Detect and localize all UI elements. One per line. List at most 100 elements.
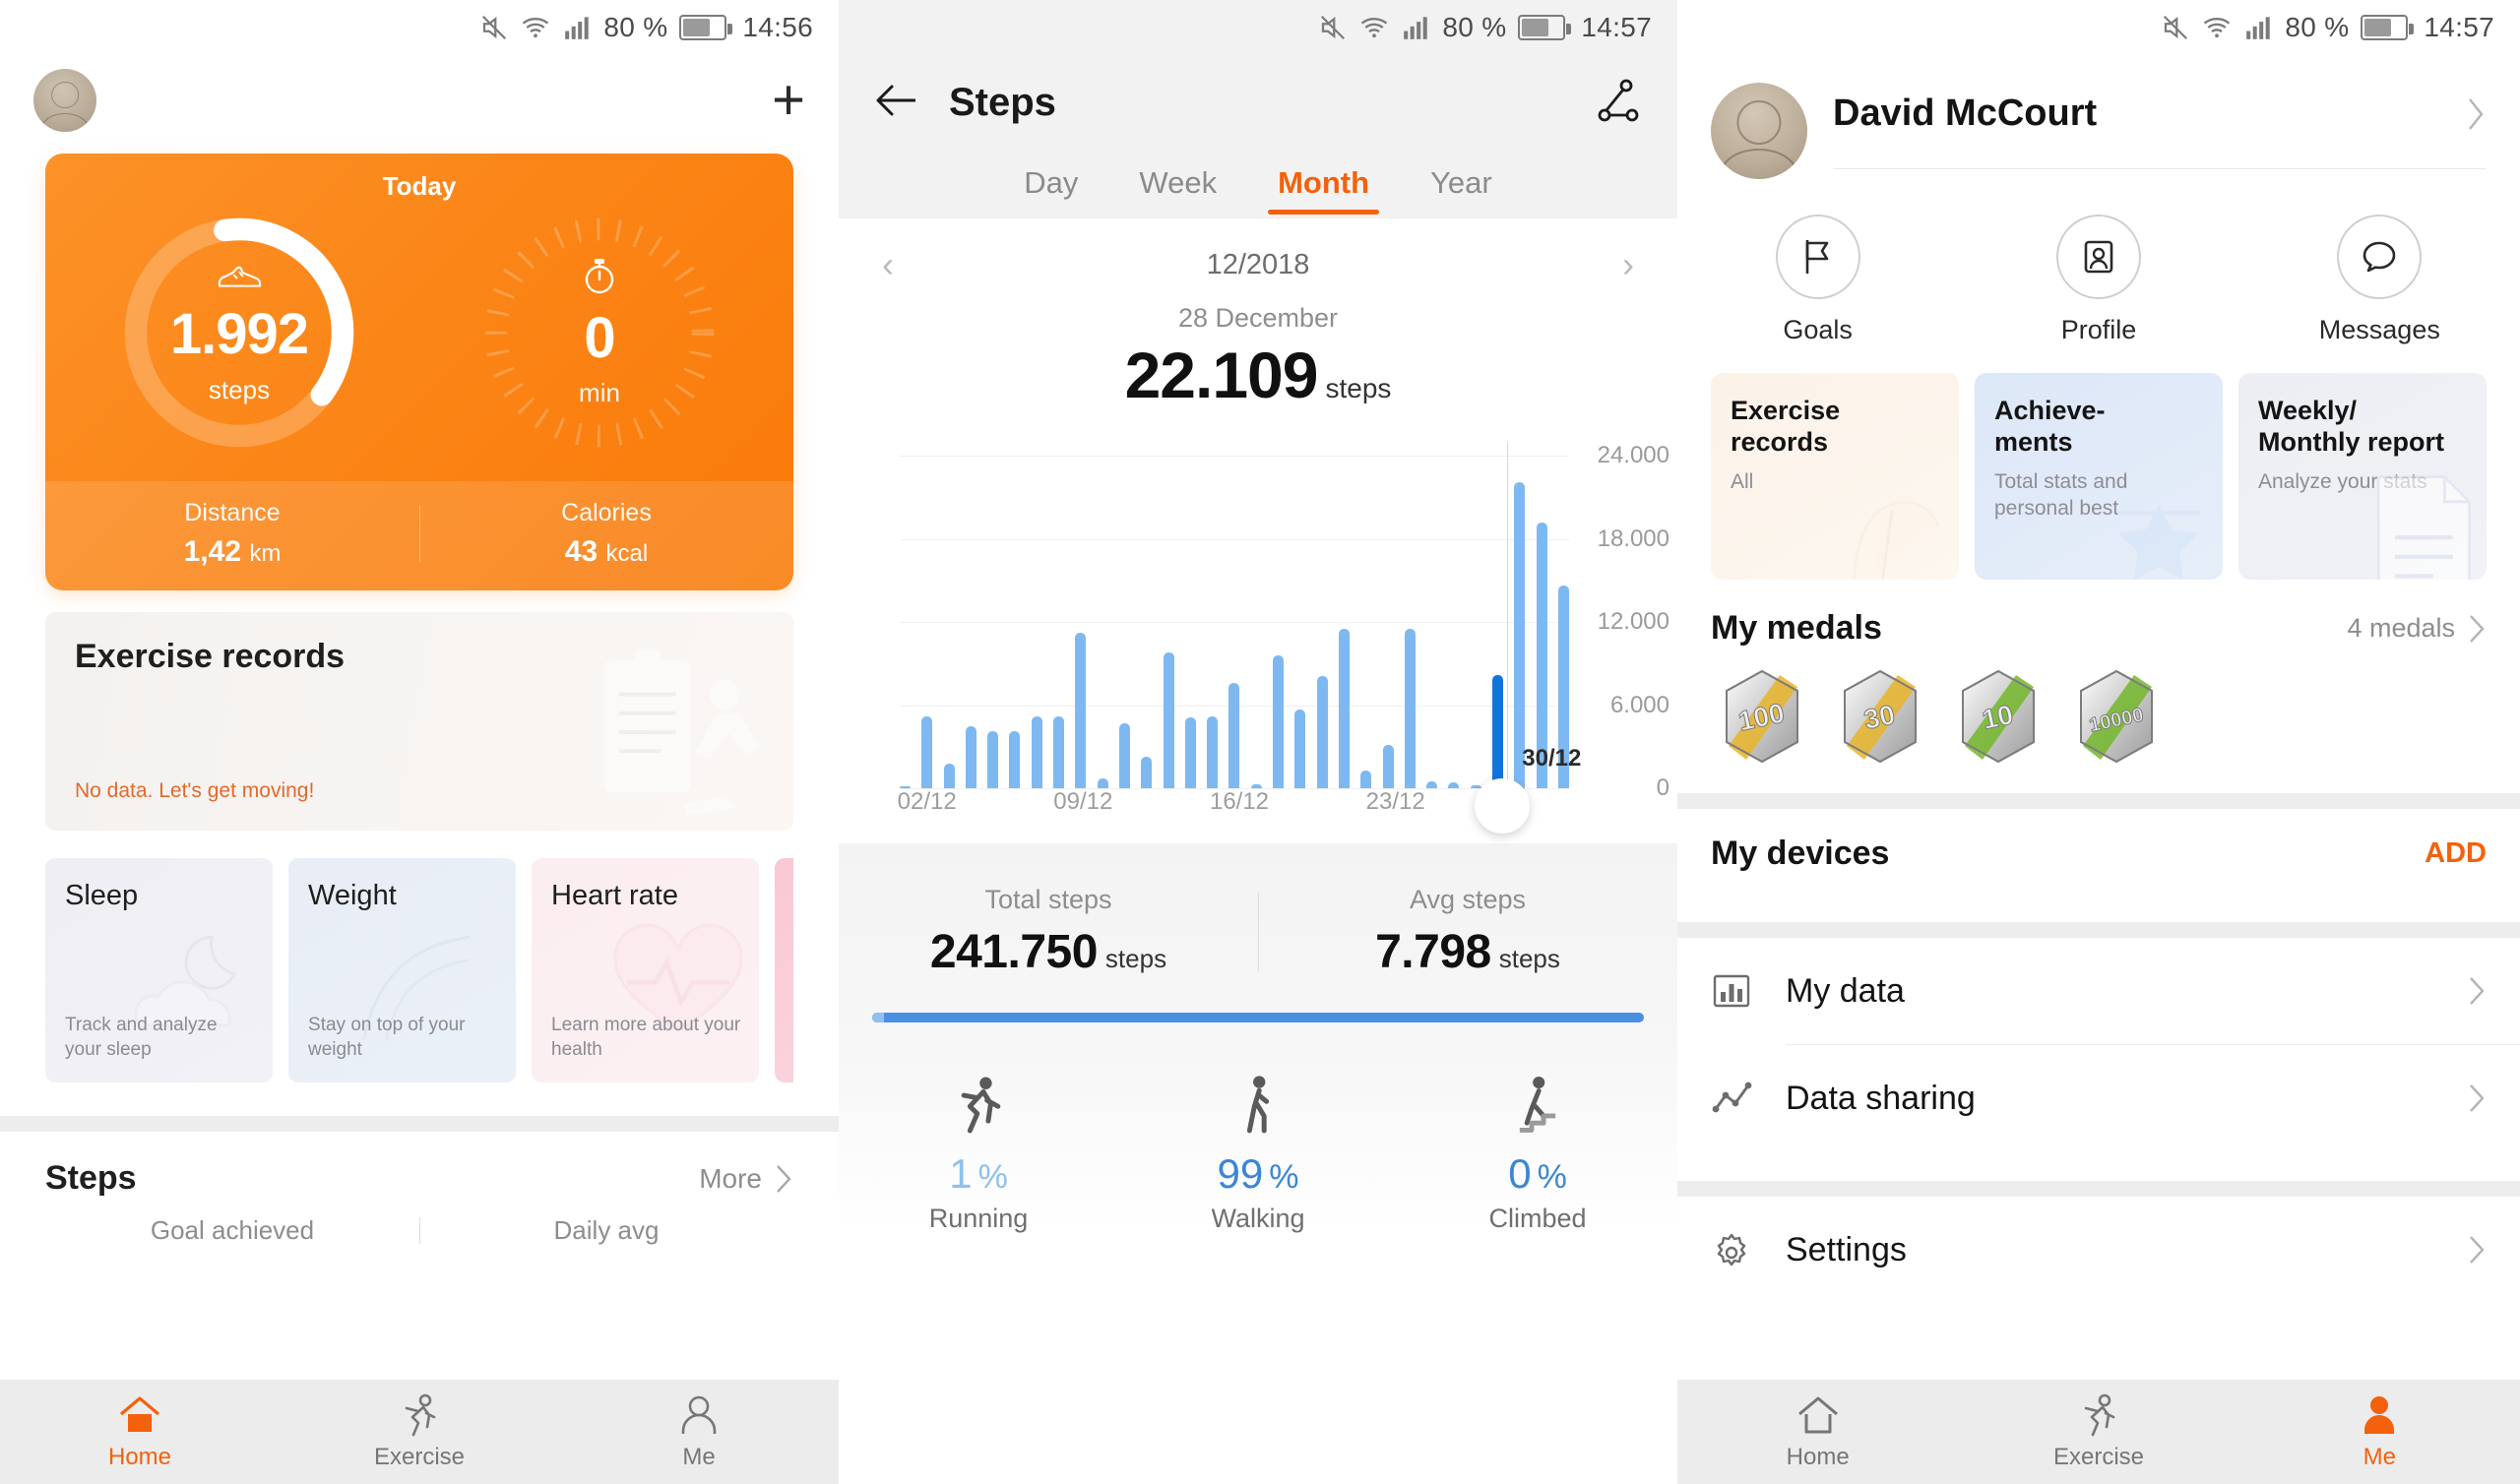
chart-bar[interactable] [1031,715,1042,788]
medals-count[interactable]: 4 medals [2347,613,2487,645]
chart-bar[interactable] [943,763,955,788]
chevron-right-icon [2470,614,2485,643]
feature-cards: Exercise records All Achieve- ments Tota… [1677,345,2520,580]
chart-bar[interactable] [1273,654,1285,788]
chart-bar[interactable] [1184,717,1196,788]
stopwatch-icon [579,257,620,303]
chart-bar[interactable] [1316,675,1328,788]
status-bar-me: 80 % 14:57 [1677,0,2520,55]
home-header: + [0,55,839,146]
medal-badge[interactable]: 100 [1721,669,1803,764]
tab-month[interactable]: Month [1268,159,1380,218]
nav-me[interactable]: Me [2239,1392,2520,1471]
chart-bar[interactable] [1294,709,1306,788]
chevron-right-icon [2470,977,2485,1005]
distance-value: 1,42 [183,535,242,568]
medal-badge[interactable]: 30 [1839,669,1922,764]
wifi-icon [521,13,550,42]
chart-bar[interactable] [1141,756,1153,788]
quick-action-profile-label: Profile [2060,315,2137,344]
chart-bar[interactable] [1404,629,1416,788]
nav-home[interactable]: Home [0,1392,280,1471]
next-month-button[interactable]: › [1622,244,1634,285]
tab-week[interactable]: Week [1133,159,1223,218]
chart-bar[interactable] [1163,651,1174,788]
devices-header: My devices ADD [1677,809,2520,893]
back-button[interactable] [874,82,919,124]
steps-section-title: Steps [45,1159,137,1197]
duration-ring[interactable]: 0 min [476,210,723,456]
profile-header[interactable]: David McCourt [1677,55,2520,179]
bar-chart-icon [1711,970,1766,1012]
quick-action-messages[interactable]: Messages [2239,215,2520,345]
prev-month-button[interactable]: ‹ [882,244,894,285]
exercise-records-card[interactable]: Exercise records No data. Let's get movi… [45,612,793,831]
chart-bar[interactable] [1228,682,1240,788]
battery-icon [2361,15,2415,40]
menu-item-my-data[interactable]: My data [1677,938,2520,1044]
nav-me-label: Me [682,1444,716,1470]
chart-bar[interactable] [1514,481,1526,788]
running-label: Running [928,1204,1029,1233]
avatar[interactable] [33,69,96,132]
climbed-percent-unit: % [1537,1158,1567,1196]
add-button[interactable]: + [772,72,805,129]
weight-card[interactable]: Weight Stay on top of your weight [288,858,517,1082]
tab-day[interactable]: Day [1018,159,1084,218]
nav-exercise-label: Exercise [2052,1444,2144,1470]
chart-bar[interactable] [1360,770,1372,788]
chart-bar[interactable] [1492,674,1504,788]
chart-bar[interactable] [921,715,933,788]
medals-header[interactable]: My medals 4 medals [1677,580,2520,648]
chart-bar[interactable] [1053,715,1065,788]
month-selector: ‹ 12/2018 › [839,218,1677,289]
nav-me[interactable]: Me [559,1392,839,1471]
runner-icon [280,1392,559,1438]
steps-ring[interactable]: 1.992 steps [116,210,362,456]
nav-home[interactable]: Home [1677,1392,1958,1471]
chart-bar[interactable] [1118,722,1130,788]
medal-badge[interactable]: 10 [1957,669,2040,764]
nav-exercise[interactable]: Exercise [280,1392,559,1471]
steps-more-link[interactable]: More [699,1163,793,1195]
steps-section-header[interactable]: Steps More [0,1132,839,1198]
add-device-button[interactable]: ADD [2425,837,2487,870]
chart-scrubber-handle[interactable] [1475,778,1530,834]
climbed-stat: 0% Climbed [1398,1068,1677,1234]
share-button[interactable] [1593,76,1642,130]
selected-date-label: 28 December [1177,303,1339,333]
tab-year[interactable]: Year [1424,159,1498,218]
feature-card-achievements[interactable]: Achieve- ments Total stats and personal … [1975,373,2223,580]
selected-bar-line [1507,442,1508,822]
medal-badge[interactable]: 10000 [2075,669,2158,764]
next-card-peek[interactable] [775,858,793,1082]
menu-item-settings[interactable]: Settings [1677,1197,2520,1303]
chart-bar[interactable] [1338,629,1350,788]
steps-value: 1.992 [169,302,309,367]
nav-exercise[interactable]: Exercise [1958,1392,2238,1471]
feature-card-exercise-records[interactable]: Exercise records All [1711,373,1959,580]
chart-bar[interactable] [1009,731,1021,788]
quick-action-goals[interactable]: Goals [1677,215,1958,345]
menu-item-data-sharing[interactable]: Data sharing [1677,1045,2520,1151]
quick-action-profile[interactable]: Profile [1958,215,2238,345]
feature-card-report-title: Weekly/ Monthly report [2258,396,2444,458]
today-summary-card[interactable]: Today 1.992 steps 0 min Distance 1,42 km… [45,154,793,590]
chart-bar[interactable] [965,725,976,788]
sleep-card[interactable]: Sleep Track and analyze your sleep [45,858,274,1082]
avatar[interactable] [1711,83,1807,179]
feature-card-report[interactable]: Weekly/ Monthly report Analyze your stat… [2238,373,2487,580]
period-tabs: Day Week Month Year [839,150,1677,218]
chart-bar[interactable] [1075,633,1087,788]
walking-label: Walking [1211,1204,1305,1233]
chart-bar[interactable] [1207,715,1219,788]
steps-bar-chart[interactable]: 0 6.000 12.000 18.000 24.000 02/12 09/12 16/12… [839,434,1677,834]
heart-rate-card[interactable]: Heart rate Learn more about your health [532,858,760,1082]
chart-bar[interactable] [1426,780,1438,788]
chart-bar[interactable] [1382,745,1394,788]
chart-bar[interactable] [1097,778,1108,788]
selected-steps-value: 22.109 [1124,339,1319,411]
chart-bars[interactable] [900,456,1569,788]
health-mini-cards: Sleep Track and analyze your sleep Weigh… [45,858,793,1082]
chart-bar[interactable] [987,731,999,788]
